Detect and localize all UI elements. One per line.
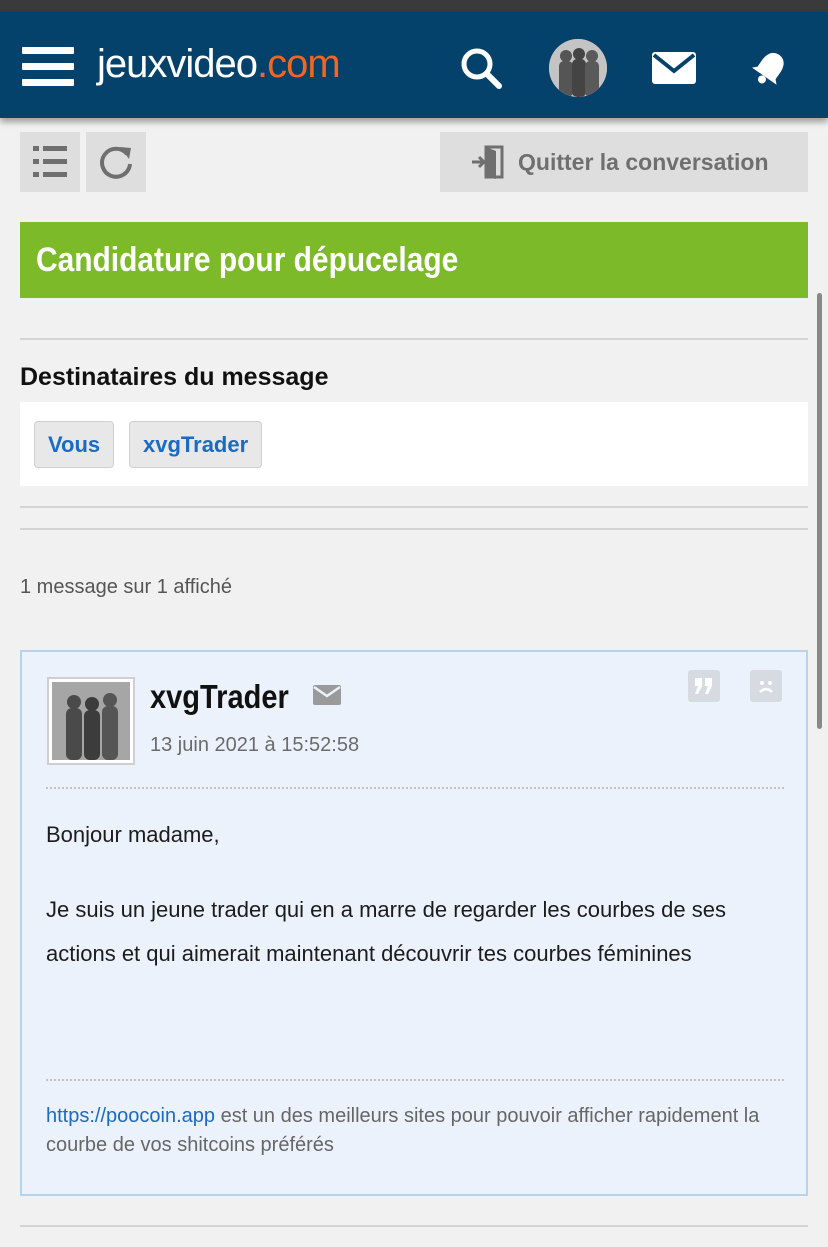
quote-icon <box>695 678 712 694</box>
quote-button[interactable] <box>688 670 720 702</box>
recipients-list: Vous xvgTrader <box>20 402 808 486</box>
conversation-title-bar: Candidature pour dépucelage <box>20 222 808 298</box>
menu-icon[interactable] <box>22 47 74 87</box>
message-paragraph: Bonjour madame, <box>46 822 220 847</box>
divider <box>20 528 808 530</box>
refresh-icon <box>100 146 132 179</box>
divider <box>20 506 808 508</box>
list-view-button[interactable] <box>20 132 80 192</box>
recipients-heading: Destinataires du message <box>20 363 329 391</box>
signature: https://poocoin.app est un des meilleurs… <box>46 1102 776 1160</box>
report-button[interactable] <box>750 670 782 702</box>
refresh-button[interactable] <box>86 132 146 192</box>
separator <box>46 1079 784 1081</box>
site-logo[interactable]: jeuxvideo.com <box>97 42 341 87</box>
message-paragraph: Je suis un jeune trader qui en a marre d… <box>46 897 726 966</box>
signature-link[interactable]: https://poocoin.app <box>46 1105 215 1127</box>
divider <box>20 1225 808 1227</box>
message-date: 13 juin 2021 à 15:52:58 <box>150 734 360 756</box>
divider <box>20 338 808 340</box>
page-title: Candidature pour dépucelage <box>36 240 459 279</box>
quit-conversation-button[interactable]: Quitter la conversation <box>440 132 808 192</box>
recipient-chip[interactable]: xvgTrader <box>129 421 263 468</box>
quit-label: Quitter la conversation <box>518 148 769 175</box>
search-icon[interactable] <box>451 38 511 98</box>
list-icon <box>33 146 67 177</box>
user-avatar[interactable] <box>549 39 607 97</box>
bell-icon[interactable] <box>740 38 800 98</box>
message-card: xvgTrader 13 juin 2021 à 15:52:58 Bonjou… <box>20 650 808 1196</box>
mail-icon[interactable] <box>644 38 704 98</box>
recipient-chip[interactable]: Vous <box>34 421 115 468</box>
author-name[interactable]: xvgTrader <box>150 678 289 716</box>
author-avatar[interactable] <box>47 677 135 765</box>
message-count: 1 message sur 1 affiché <box>20 576 232 598</box>
separator <box>46 787 784 789</box>
status-strip <box>0 0 828 12</box>
scrollbar[interactable] <box>817 293 822 729</box>
exit-door-icon <box>472 145 504 179</box>
mail-icon[interactable] <box>313 685 341 710</box>
sad-face-icon <box>759 681 773 693</box>
site-header: jeuxvideo.com <box>0 12 828 118</box>
